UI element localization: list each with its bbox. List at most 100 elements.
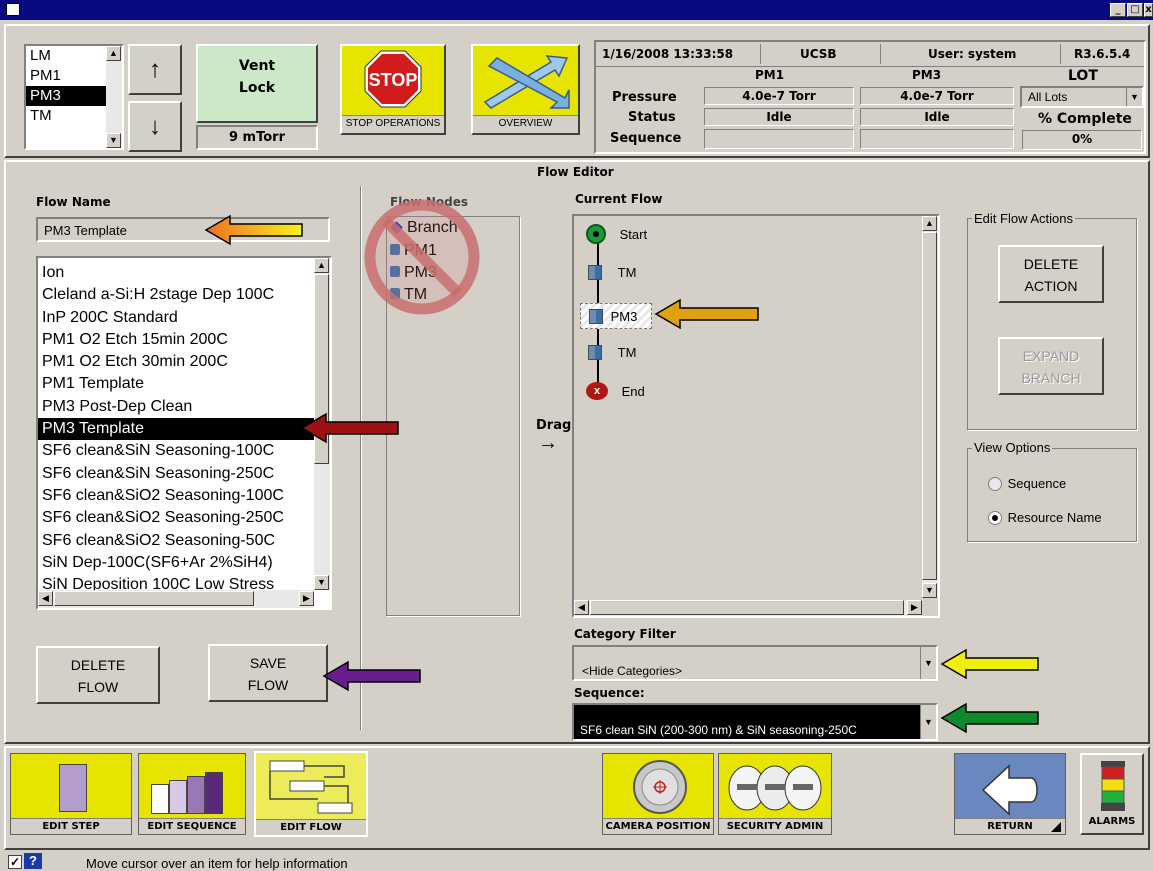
percent-complete-value: 0% bbox=[1022, 130, 1142, 150]
stop-sign-icon: STOP bbox=[364, 50, 422, 108]
flow-step-label: TM bbox=[617, 265, 637, 281]
edit-sequence-icon bbox=[151, 772, 235, 814]
save-flow-button[interactable]: SAVE FLOW bbox=[208, 644, 328, 702]
flow-list[interactable]: Ion Cleland a-Si:H 2stage Dep 100C InP 2… bbox=[36, 256, 332, 610]
help-icon[interactable]: ? bbox=[24, 853, 42, 869]
scroll-thumb[interactable] bbox=[590, 600, 904, 615]
scroll-thumb[interactable] bbox=[54, 591, 254, 606]
datetime: 1/16/2008 13:33:58 bbox=[602, 47, 734, 61]
edit-flow-icon bbox=[269, 760, 353, 814]
flow-list-item[interactable]: SF6 clean&SiN Seasoning-250C bbox=[38, 463, 314, 485]
stop-operations-button[interactable]: STOP STOP OPERATIONS bbox=[340, 44, 446, 135]
sequence-select[interactable]: SF6 clean SiN (200-300 nm) & SiN seasoni… bbox=[572, 703, 938, 741]
cube-icon bbox=[588, 265, 602, 281]
current-flow-vscrollbar[interactable]: ▲ ▼ bbox=[922, 216, 938, 598]
flow-step-start[interactable]: Start bbox=[586, 224, 647, 244]
start-icon bbox=[586, 224, 606, 244]
site-name: UCSB bbox=[800, 47, 837, 61]
return-button[interactable]: RETURN bbox=[954, 753, 1066, 835]
scroll-up-icon[interactable]: ▲ bbox=[106, 46, 121, 61]
scroll-left-icon[interactable]: ◀ bbox=[574, 600, 589, 615]
annotation-arrow-orange bbox=[204, 214, 303, 246]
expand-branch-button[interactable]: EXPAND BRANCH bbox=[998, 337, 1104, 395]
maximize-button[interactable]: □ bbox=[1127, 3, 1143, 17]
software-version: R3.6.5.4 bbox=[1074, 47, 1131, 61]
scroll-right-icon[interactable]: ▶ bbox=[299, 591, 314, 606]
annotation-arrow-darkred bbox=[300, 412, 399, 444]
return-arrow-icon bbox=[981, 764, 1038, 816]
radio-resource-name[interactable]: Resource Name bbox=[988, 509, 1102, 525]
sequence-label: Sequence: bbox=[574, 686, 645, 700]
radio-sequence[interactable]: Sequence bbox=[988, 475, 1066, 491]
dropdown-icon[interactable]: ▼ bbox=[1126, 88, 1142, 106]
drag-label: Drag bbox=[536, 418, 572, 433]
current-flow-tree[interactable]: Start TM PM3 TM x End ▲ ▼ ◀ ▶ bbox=[572, 214, 940, 618]
current-flow-hscrollbar[interactable]: ◀ ▶ bbox=[574, 600, 922, 616]
move-up-button[interactable]: ↑ bbox=[128, 44, 182, 95]
minimize-button[interactable]: _ bbox=[1110, 3, 1126, 17]
close-button[interactable]: x bbox=[1144, 3, 1153, 17]
flow-list-item[interactable]: SF6 clean&SiN Seasoning-100C bbox=[38, 440, 314, 462]
view-options-label: View Options bbox=[972, 440, 1053, 455]
delete-action-button[interactable]: DELETE ACTION bbox=[998, 245, 1104, 303]
camera-position-label: CAMERA POSITION bbox=[603, 818, 713, 834]
scroll-down-icon[interactable]: ▼ bbox=[314, 575, 329, 590]
flow-list-item[interactable]: SiN Dep-100C(SF6+Ar 2%SiH4) bbox=[38, 552, 314, 574]
flow-list-item[interactable]: PM1 Template bbox=[38, 373, 314, 395]
flow-list-item[interactable]: SF6 clean&SiO2 Seasoning-50C bbox=[38, 530, 314, 552]
flow-step-tm[interactable]: TM bbox=[588, 264, 637, 281]
flow-step-label: TM bbox=[617, 345, 637, 361]
edit-flow-button[interactable]: EDIT FLOW bbox=[254, 751, 368, 837]
flow-list-item[interactable]: SF6 clean&SiO2 Seasoning-100C bbox=[38, 485, 314, 507]
overview-arrows-icon bbox=[483, 55, 570, 109]
category-filter-select[interactable]: <Hide Categories> ▼ bbox=[572, 645, 938, 681]
scroll-thumb[interactable] bbox=[922, 232, 937, 580]
flow-list-item-selected[interactable]: PM3 Template bbox=[38, 418, 314, 441]
flow-list-item[interactable]: PM3 Post-Dep Clean bbox=[38, 396, 314, 418]
flow-list-item[interactable]: PM1 O2 Etch 30min 200C bbox=[38, 351, 314, 373]
scroll-up-icon[interactable]: ▲ bbox=[922, 216, 937, 231]
lot-select[interactable]: All Lots ▼ bbox=[1020, 86, 1144, 108]
flow-step-tm[interactable]: TM bbox=[588, 344, 637, 361]
scroll-down-icon[interactable]: ▼ bbox=[922, 583, 937, 598]
flow-list-item[interactable]: PM1 O2 Etch 15min 200C bbox=[38, 329, 314, 351]
annotation-arrow-purple bbox=[322, 660, 421, 692]
flow-list-item[interactable]: InP 200C Standard bbox=[38, 307, 314, 329]
scroll-left-icon[interactable]: ◀ bbox=[38, 591, 53, 606]
col-pm1: PM1 bbox=[755, 68, 785, 82]
move-down-button[interactable]: ↓ bbox=[128, 101, 182, 152]
security-admin-button[interactable]: SECURITY ADMIN bbox=[718, 753, 832, 835]
module-list[interactable]: LM PM1 PM3 TM ▲ ▼ bbox=[24, 44, 124, 150]
scroll-right-icon[interactable]: ▶ bbox=[907, 600, 922, 615]
camera-position-button[interactable]: CAMERA POSITION bbox=[602, 753, 714, 835]
overview-button[interactable]: OVERVIEW bbox=[471, 44, 580, 135]
edit-step-button[interactable]: EDIT STEP bbox=[10, 753, 132, 835]
flow-list-item[interactable]: Ion bbox=[38, 262, 314, 284]
flow-list-hscrollbar[interactable]: ◀ ▶ bbox=[38, 590, 314, 608]
row-sequence: Sequence bbox=[610, 131, 682, 146]
flow-list-item[interactable]: Cleland a-Si:H 2stage Dep 100C bbox=[38, 284, 314, 306]
delete-flow-label-1: DELETE bbox=[70, 657, 126, 673]
lot-select-value: All Lots bbox=[1028, 90, 1068, 104]
return-menu-icon[interactable] bbox=[1051, 822, 1061, 832]
dropdown-icon[interactable]: ▼ bbox=[920, 647, 936, 679]
divider bbox=[760, 44, 761, 64]
vent-lock-button[interactable]: Vent Lock bbox=[196, 44, 318, 123]
edit-sequence-button[interactable]: EDIT SEQUENCE bbox=[138, 753, 246, 835]
scroll-up-icon[interactable]: ▲ bbox=[314, 258, 329, 273]
radio-checked-icon[interactable] bbox=[988, 510, 1002, 525]
delete-action-label-2: ACTION bbox=[1024, 278, 1078, 294]
flow-list-item[interactable]: SF6 clean&SiO2 Seasoning-250C bbox=[38, 507, 314, 529]
flow-step-pm3-selected[interactable]: PM3 bbox=[580, 303, 652, 329]
current-flow-label: Current Flow bbox=[575, 192, 663, 206]
edit-step-label: EDIT STEP bbox=[11, 818, 131, 834]
alarms-button[interactable]: ALARMS bbox=[1080, 753, 1144, 835]
col-lot: LOT bbox=[1068, 68, 1098, 84]
delete-flow-button[interactable]: DELETE FLOW bbox=[36, 646, 160, 704]
flow-step-end[interactable]: x End bbox=[586, 382, 645, 400]
help-checkbox[interactable]: ✓ bbox=[8, 855, 22, 869]
radio-unchecked-icon[interactable] bbox=[988, 476, 1002, 491]
dropdown-icon[interactable]: ▼ bbox=[920, 705, 936, 739]
module-list-scrollbar[interactable]: ▲ ▼ bbox=[106, 46, 122, 148]
scroll-down-icon[interactable]: ▼ bbox=[106, 133, 121, 148]
